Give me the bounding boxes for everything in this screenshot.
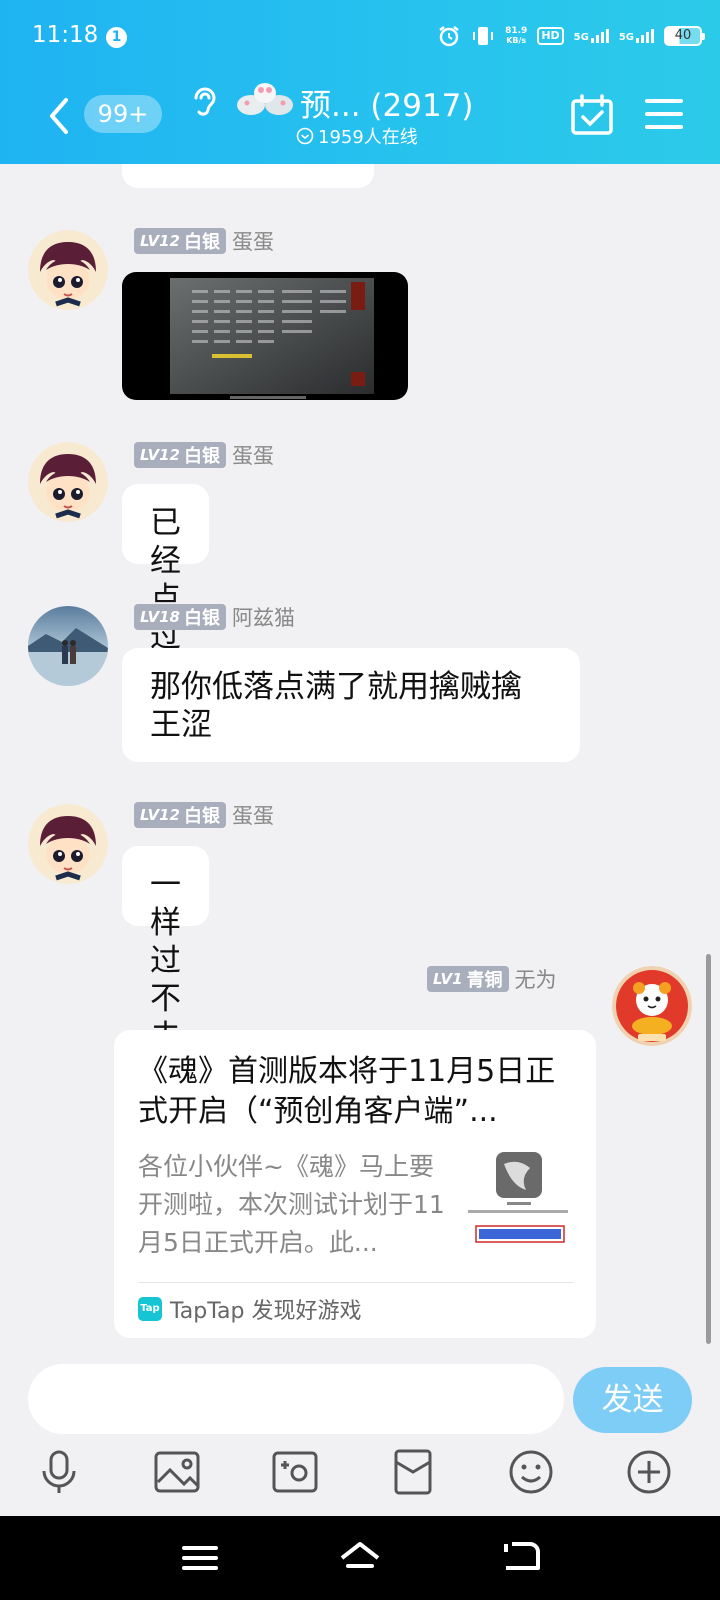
sender-name[interactable]: 阿兹猫 <box>232 602 295 632</box>
group-avatar-icon <box>237 83 293 115</box>
message-bubble[interactable]: 那你低落点满了就用擒贼擒王涩 <box>122 648 580 762</box>
microphone-icon[interactable] <box>35 1448 83 1496</box>
battery-icon: 40 <box>664 26 705 46</box>
network-speed: 81.9 KB/s <box>505 26 528 45</box>
divider <box>138 1282 574 1283</box>
online-count: 1959人在线 <box>318 127 418 148</box>
sender-tag: LV12 白银 蛋蛋 <box>134 442 274 468</box>
alarm-icon <box>439 26 459 47</box>
level-badge: LV12 白银 <box>134 442 226 468</box>
avatar[interactable] <box>28 804 108 884</box>
sim2-signal-icon: 5G <box>619 29 654 43</box>
notification-icon: 1 <box>106 27 127 48</box>
link-card-thumbnail <box>468 1152 568 1243</box>
menu-icon[interactable] <box>645 97 683 131</box>
red-packet-icon[interactable] <box>389 1448 437 1496</box>
taptap-icon: Tap <box>138 1297 162 1321</box>
back-icon[interactable] <box>44 96 74 136</box>
level-badge: LV18 白银 <box>134 604 226 630</box>
message-bubble-partial[interactable] <box>122 164 374 188</box>
ear-icon[interactable] <box>188 84 218 118</box>
level-badge: LV1 青铜 <box>427 966 509 992</box>
camera-icon[interactable] <box>271 1448 319 1496</box>
sender-tag: LV18 白银 阿兹猫 <box>134 604 295 630</box>
avatar[interactable] <box>612 966 692 1046</box>
group-title[interactable]: 预... (2917) <box>300 80 474 125</box>
chat-header: 11:18 1 81.9 KB/s HD 5G 5G 40 99+ 预... (2… <box>0 0 720 164</box>
check-circle-icon <box>296 127 314 145</box>
avatar[interactable] <box>28 442 108 522</box>
emoji-icon[interactable] <box>507 1448 555 1496</box>
link-card-source: Tap TapTap 发现好游戏 <box>138 1294 361 1324</box>
status-icons: 81.9 KB/s HD 5G 5G 40 <box>437 22 705 50</box>
plus-icon[interactable] <box>625 1448 673 1496</box>
link-card-title: 《魂》首测版本将于11月5日正式开启（“预创角客户端”... <box>138 1054 556 1129</box>
send-button[interactable]: 发送 <box>573 1367 692 1433</box>
message-input[interactable] <box>28 1364 564 1434</box>
input-toolbar <box>0 1448 720 1508</box>
sender-name[interactable]: 无为 <box>515 964 557 994</box>
scrollbar[interactable] <box>706 954 711 1344</box>
system-navigation-bar <box>0 1516 720 1600</box>
calendar-check-icon[interactable] <box>570 94 614 136</box>
back-nav-icon[interactable] <box>498 1536 542 1580</box>
link-card-description: 各位小伙伴~《魂》马上要开测啦，本次测试计划于11月5日正式开启。此... <box>138 1152 445 1257</box>
navigation-bar: 99+ 预... (2917) 1959人在线 <box>0 76 720 164</box>
sender-tag: LV12 白银 蛋蛋 <box>134 802 274 828</box>
message-list[interactable]: LV12 白银 蛋蛋 LV12 白银 蛋蛋 已经点过 LV18 白银 阿兹猫 那… <box>0 164 720 1348</box>
hd-voice-icon: HD <box>537 27 564 45</box>
recent-apps-icon[interactable] <box>178 1536 222 1580</box>
sender-tag: LV12 白银 蛋蛋 <box>134 228 274 254</box>
home-icon[interactable] <box>338 1536 382 1580</box>
image-icon[interactable] <box>153 1448 201 1496</box>
avatar[interactable] <box>28 606 108 686</box>
sender-tag: LV1 青铜 无为 <box>427 966 557 992</box>
sender-name[interactable]: 蛋蛋 <box>232 800 274 830</box>
level-badge: LV12 白银 <box>134 802 226 828</box>
vibrate-icon <box>473 27 494 45</box>
status-bar: 11:18 1 81.9 KB/s HD 5G 5G 40 <box>0 0 720 72</box>
sender-name[interactable]: 蛋蛋 <box>232 440 274 470</box>
sim1-signal-icon: 5G <box>574 29 609 43</box>
image-message[interactable] <box>122 272 408 400</box>
online-status: 1959人在线 <box>296 123 418 149</box>
clock: 11:18 <box>32 22 99 48</box>
unread-badge[interactable]: 99+ <box>84 95 162 133</box>
link-card[interactable]: 《魂》首测版本将于11月5日正式开启（“预创角客户端”... 各位小伙伴~《魂》… <box>114 1030 596 1338</box>
link-card-source-label: TapTap 发现好游戏 <box>170 1299 362 1324</box>
level-badge: LV12 白银 <box>134 228 226 254</box>
input-panel: 发送 <box>0 1348 720 1516</box>
sender-name[interactable]: 蛋蛋 <box>232 226 274 256</box>
message-bubble[interactable]: 已经点过了 <box>122 484 209 693</box>
message-bubble[interactable]: 一样过不去 <box>122 846 209 1055</box>
avatar[interactable] <box>28 230 108 310</box>
